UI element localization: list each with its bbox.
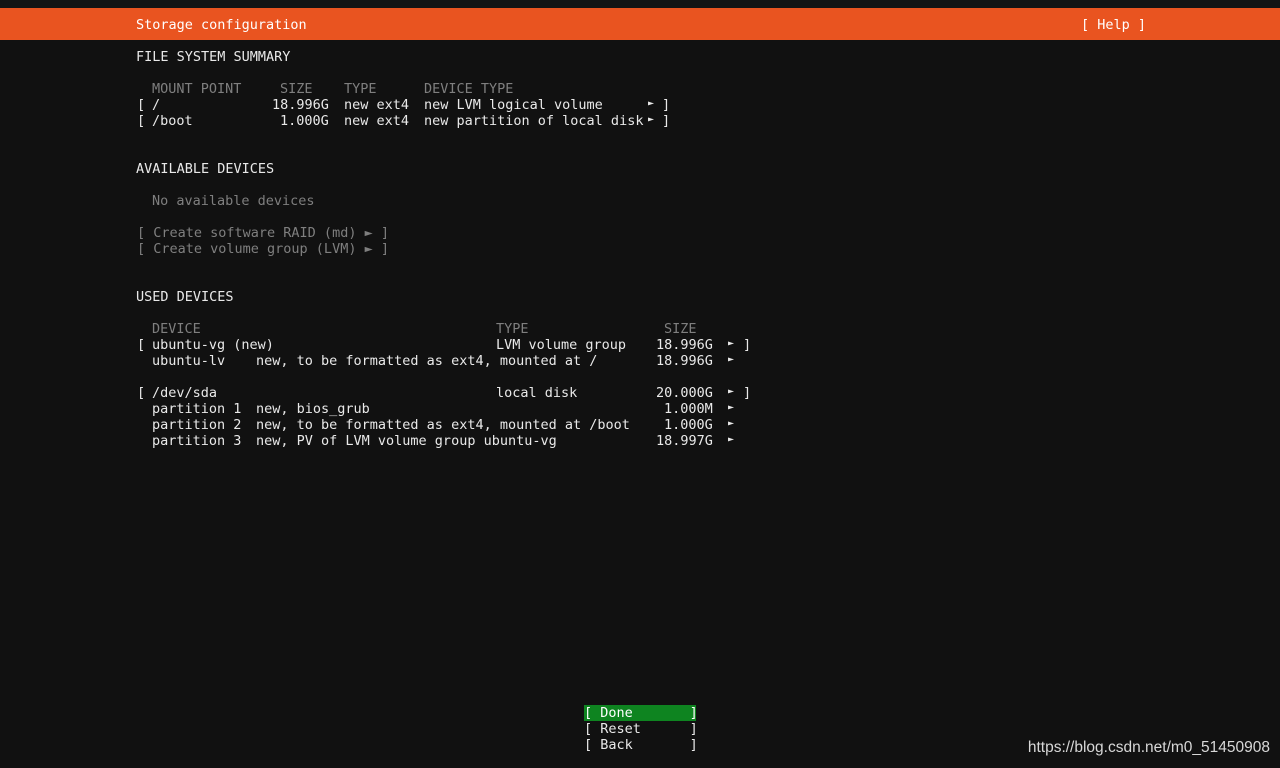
child-name: partition 3 [152, 433, 242, 449]
child-name: partition 2 [152, 417, 242, 433]
done-button[interactable]: [ Done ] [584, 705, 698, 721]
available-devices-heading: AVAILABLE DEVICES [136, 161, 275, 177]
arrow-right-icon[interactable]: ► [648, 96, 654, 112]
no-devices-text: No available devices [152, 193, 315, 209]
arrow-right-icon[interactable]: ► [728, 400, 734, 416]
arrow-right-icon[interactable]: ► [728, 384, 734, 400]
watermark-text: https://blog.csdn.net/m0_51450908 [1027, 739, 1270, 756]
row-bracket-open: [ [137, 337, 146, 353]
arrow-right-icon[interactable]: ► [728, 336, 734, 352]
child-size: 1.000M [664, 401, 713, 417]
column-header-device: DEVICE [152, 321, 201, 337]
page-title: Storage configuration [136, 17, 307, 33]
arrow-right-icon[interactable]: ► [728, 432, 734, 448]
child-size: 1.000G [664, 417, 713, 433]
device-size: 18.996G [656, 337, 713, 353]
column-header-size: SIZE [664, 321, 697, 337]
create-raid-button[interactable]: [ Create software RAID (md) ► ] [137, 225, 389, 241]
arrow-right-icon[interactable]: ► [648, 112, 654, 128]
title-bar: Storage configuration [ Help ] [0, 8, 1280, 40]
device-name: /dev/sda [152, 385, 218, 401]
child-size: 18.997G [656, 433, 713, 449]
child-name: ubuntu-lv [152, 353, 226, 369]
row-bracket-open: [ [137, 385, 146, 401]
column-header-mount-point: MOUNT POINT [152, 81, 242, 97]
column-header-type: TYPE [496, 321, 529, 337]
child-description: new, to be formatted as ext4, mounted at… [256, 353, 598, 369]
fs-size: 18.996G [272, 97, 329, 113]
back-button[interactable]: [ Back ] [584, 737, 698, 753]
fs-size: 1.000G [280, 113, 329, 129]
child-description: new, bios_grub [256, 401, 370, 417]
device-type: new partition of local disk [424, 113, 644, 129]
child-name: partition 1 [152, 401, 242, 417]
row-bracket-open: [ [137, 113, 146, 129]
device-type: local disk [496, 385, 578, 401]
used-devices-heading: USED DEVICES [136, 289, 234, 305]
arrow-right-icon[interactable]: ► [728, 352, 734, 368]
child-description: new, PV of LVM volume group ubuntu-vg [256, 433, 557, 449]
reset-button[interactable]: [ Reset ] [584, 721, 698, 737]
create-lvm-button[interactable]: [ Create volume group (LVM) ► ] [137, 241, 389, 257]
device-type: LVM volume group [496, 337, 627, 353]
row-bracket-close: ] [662, 97, 671, 113]
row-bracket-close: ] [662, 113, 671, 129]
top-strip [0, 0, 1280, 8]
device-size: 20.000G [656, 385, 713, 401]
fs-summary-heading: FILE SYSTEM SUMMARY [136, 49, 291, 65]
arrow-right-icon[interactable]: ► [728, 416, 734, 432]
fs-type: new ext4 [344, 113, 410, 129]
help-button[interactable]: [ Help ] [1081, 17, 1146, 33]
row-bracket-close: ] [743, 337, 752, 353]
device-type: new LVM logical volume [424, 97, 603, 113]
column-header-size: SIZE [280, 81, 313, 97]
row-bracket-close: ] [743, 385, 752, 401]
child-description: new, to be formatted as ext4, mounted at… [256, 417, 630, 433]
mount-point: /boot [152, 113, 193, 129]
column-header-type: TYPE [344, 81, 377, 97]
row-bracket-open: [ [137, 97, 146, 113]
child-size: 18.996G [656, 353, 713, 369]
fs-type: new ext4 [344, 97, 410, 113]
device-name: ubuntu-vg (new) [152, 337, 274, 353]
mount-point: / [152, 97, 161, 113]
column-header-device-type: DEVICE TYPE [424, 81, 514, 97]
